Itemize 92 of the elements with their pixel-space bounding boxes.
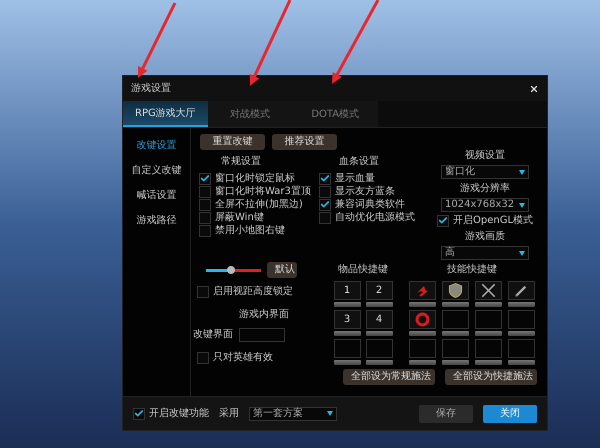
- section-heading: 常规设置: [221, 154, 262, 169]
- key-bar[interactable]: [334, 360, 360, 365]
- checkbox[interactable]: [133, 408, 145, 420]
- key-bar[interactable]: [366, 331, 392, 336]
- ring-icon: [414, 311, 431, 328]
- checkbox[interactable]: [199, 172, 211, 184]
- hotkey-slot[interactable]: [442, 281, 469, 300]
- checkbox[interactable]: [319, 198, 331, 210]
- checkbox[interactable]: [199, 212, 211, 224]
- window-title: 游戏设置: [131, 82, 171, 96]
- key-bar[interactable]: [409, 302, 436, 307]
- tab[interactable]: RPG游戏大厅: [123, 101, 208, 127]
- checkbox[interactable]: [199, 224, 211, 236]
- checkbox[interactable]: [319, 186, 331, 198]
- section-heading: 游戏内界面: [239, 308, 290, 322]
- field-label: 游戏画质: [465, 230, 506, 244]
- checkbox[interactable]: [197, 286, 209, 298]
- hotkey-slot[interactable]: 2: [366, 281, 392, 300]
- slider-thumb[interactable]: [226, 266, 235, 274]
- checkbox-label: 禁用小地图右键: [215, 226, 285, 236]
- dropdown[interactable]: 第一套方案: [249, 406, 337, 420]
- sidebar-item[interactable]: 自定义改键: [132, 163, 182, 178]
- key-bar[interactable]: [475, 331, 502, 336]
- dropdown[interactable]: 窗口化: [441, 165, 530, 179]
- checkbox-label: 屏蔽Win键: [215, 212, 264, 222]
- sidebar-item[interactable]: 游戏路径: [136, 213, 176, 228]
- section-heading: 物品快捷键: [338, 262, 388, 277]
- slot-key: 2: [376, 283, 382, 298]
- action-button[interactable]: 重置改键: [200, 134, 265, 150]
- slider[interactable]: [206, 265, 261, 275]
- checkbox[interactable]: [319, 172, 331, 184]
- key-bar[interactable]: [334, 302, 360, 307]
- hotkey-slot[interactable]: 4: [366, 310, 392, 329]
- checkbox-label: 显示友方蓝条: [335, 186, 395, 196]
- hotkey-slot[interactable]: [475, 281, 502, 300]
- footer-button[interactable]: 关闭: [483, 404, 537, 422]
- slot-key: 3: [344, 312, 350, 327]
- action-button[interactable]: 推荐设置: [272, 134, 337, 150]
- checkbox[interactable]: [437, 214, 449, 226]
- key-bar[interactable]: [366, 302, 392, 307]
- checkbox-label: 窗口化时锁定鼠标: [215, 174, 295, 184]
- tab[interactable]: DOTA模式: [292, 101, 378, 127]
- checkbox[interactable]: [199, 186, 211, 198]
- key-bar[interactable]: [442, 331, 469, 336]
- checkbox-label: 启用视距高度锁定: [213, 286, 293, 296]
- caret-icon: [327, 411, 333, 416]
- section-heading: 视频设置: [465, 148, 506, 163]
- sidebar-item[interactable]: 改键设置: [136, 138, 176, 153]
- field-label: 改键界面: [193, 328, 233, 342]
- input-field[interactable]: [239, 328, 285, 342]
- caret-icon: [519, 250, 526, 256]
- key-bar[interactable]: [475, 360, 502, 365]
- key-bar[interactable]: [409, 331, 436, 336]
- key-bar[interactable]: [508, 360, 535, 365]
- key-bar[interactable]: [334, 331, 360, 336]
- checkbox-label: 开启OpenGL模式: [453, 216, 534, 226]
- dropdown[interactable]: 1024x768x32: [441, 198, 530, 212]
- action-button[interactable]: 默认: [267, 262, 297, 278]
- hotkey-slot[interactable]: 3: [334, 310, 360, 329]
- checkbox-label: 窗口化时将War3置顶: [215, 186, 311, 196]
- swords-icon: [480, 282, 497, 299]
- checkbox-label: 自动优化电源模式: [335, 212, 415, 222]
- checkbox[interactable]: [319, 212, 331, 224]
- dropdown[interactable]: 高: [441, 246, 530, 260]
- hotkey-slot[interactable]: [508, 281, 535, 300]
- key-bar[interactable]: [366, 360, 392, 365]
- checkbox-label: 开启改键功能: [149, 408, 209, 418]
- sidebar-item[interactable]: 喊话设置: [136, 188, 176, 203]
- field-label: 游戏分辨率: [460, 182, 510, 196]
- checkbox[interactable]: [197, 352, 209, 364]
- checkbox-label: 兼容词典类软件: [335, 200, 405, 210]
- hotkey-slot[interactable]: 1: [334, 281, 360, 300]
- field-label: 采用: [219, 406, 239, 421]
- slot-key: 4: [376, 312, 382, 327]
- slot-key: 1: [344, 283, 350, 298]
- checkbox-label: 全屏不拉伸(加黑边): [215, 200, 303, 210]
- tab[interactable]: 对战模式: [208, 101, 293, 127]
- action-button[interactable]: 全部设为常规施法: [343, 369, 435, 385]
- caret-icon: [519, 170, 526, 174]
- key-bar[interactable]: [442, 360, 469, 365]
- key-bar[interactable]: [508, 331, 535, 336]
- key-bar[interactable]: [409, 360, 436, 365]
- footer-button[interactable]: 保存: [419, 404, 473, 422]
- checkbox-label: 只对英雄有效: [213, 352, 273, 362]
- caret-icon: [519, 202, 526, 208]
- checkbox[interactable]: [199, 198, 211, 210]
- close-icon[interactable]: [529, 84, 539, 94]
- action-button[interactable]: 全部设为快捷施法: [445, 369, 537, 385]
- shield-icon: [447, 282, 464, 299]
- section-heading: 技能快捷键: [447, 262, 497, 277]
- checkbox-label: 显示血量: [335, 174, 375, 184]
- section-heading: 血条设置: [339, 154, 380, 169]
